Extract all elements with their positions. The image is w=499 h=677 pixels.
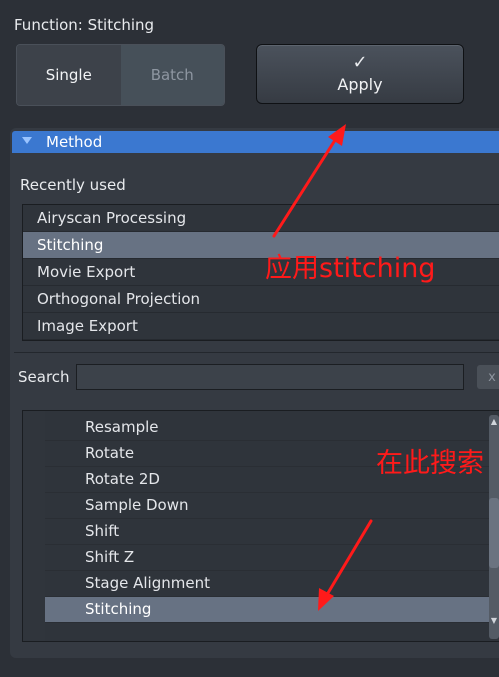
recent-item-image-export[interactable]: Image Export xyxy=(23,313,499,340)
apply-label: Apply xyxy=(337,75,383,94)
recent-item-airyscan-processing[interactable]: Airyscan Processing xyxy=(23,205,499,232)
function-item-resample[interactable]: Resample xyxy=(45,415,497,441)
search-label: Search xyxy=(18,368,70,386)
function-label: Function: Stitching xyxy=(14,16,155,34)
list-gutter xyxy=(23,411,45,641)
function-item-shift-z[interactable]: Shift Z xyxy=(45,545,497,571)
expand-triangle-icon[interactable] xyxy=(22,137,32,144)
recently-used-label: Recently used xyxy=(20,176,126,194)
function-item-stitching[interactable]: Stitching xyxy=(45,597,497,623)
checkmark-icon: ✓ xyxy=(352,52,368,73)
divider xyxy=(14,352,499,353)
function-item-stage-alignment[interactable]: Stage Alignment xyxy=(45,571,497,597)
scroll-down-arrow-icon[interactable]: ▼ xyxy=(489,614,499,628)
apply-annotation: 应用stitching xyxy=(265,253,436,284)
clear-search-button[interactable]: x xyxy=(477,365,499,389)
single-mode-button[interactable]: Single xyxy=(17,45,121,105)
search-input[interactable] xyxy=(76,364,464,390)
function-item-sample-down[interactable]: Sample Down xyxy=(45,493,497,519)
scrollbar-thumb[interactable] xyxy=(489,498,499,568)
apply-button[interactable]: ✓ Apply xyxy=(256,44,464,104)
mode-toggle: Single Batch xyxy=(16,44,225,106)
recent-item-orthogonal-projection[interactable]: Orthogonal Projection xyxy=(23,286,499,313)
batch-mode-button[interactable]: Batch xyxy=(120,45,224,105)
method-title: Method xyxy=(46,133,103,151)
search-annotation: 在此搜索 xyxy=(376,448,484,479)
scroll-up-arrow-icon[interactable]: ▲ xyxy=(489,415,499,429)
function-item-shift[interactable]: Shift xyxy=(45,519,497,545)
